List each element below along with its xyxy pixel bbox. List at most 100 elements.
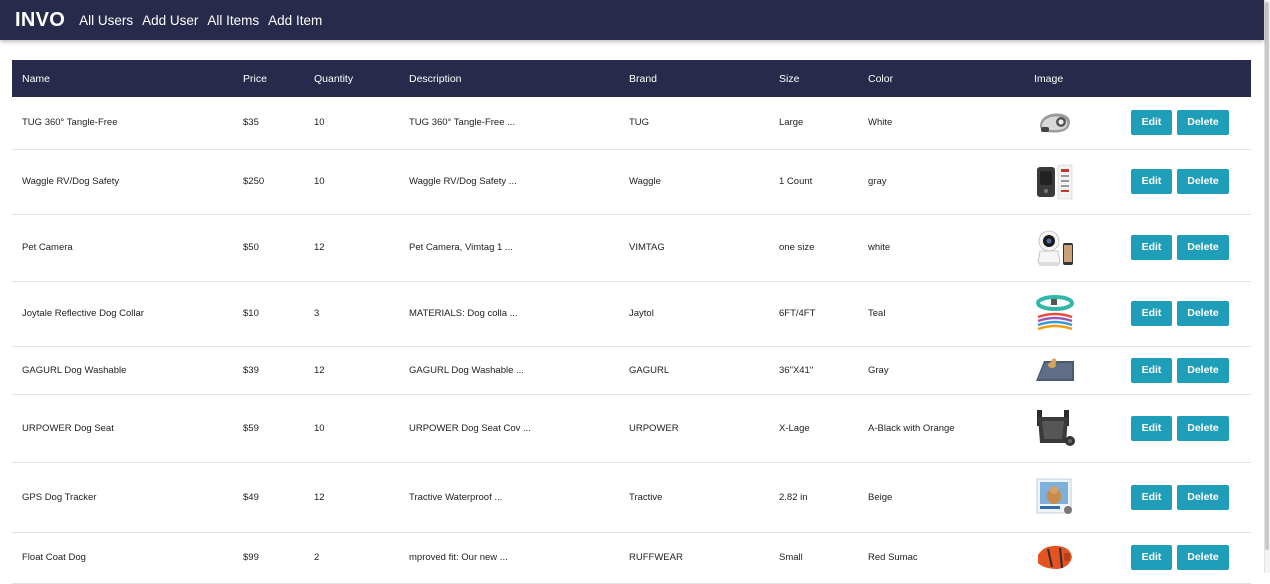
cell-name: Float Coat Dog [12, 532, 233, 584]
table-row: TUG 360° Tangle-Free $35 10 TUG 360° Tan… [12, 97, 1251, 150]
cell-brand: GAGURL [619, 346, 769, 395]
cell-name: TUG 360° Tangle-Free [12, 97, 233, 150]
scrollbar-thumb[interactable] [1265, 2, 1269, 550]
cell-description: Pet Camera, Vimtag 1 ... [399, 214, 619, 282]
cell-name: URPOWER Dog Seat [12, 394, 233, 463]
cell-quantity: 12 [304, 214, 399, 282]
cell-image [1024, 281, 1114, 347]
seat-cover-icon [1037, 410, 1075, 446]
delete-button[interactable]: Delete [1177, 357, 1229, 383]
cell-actions: Edit Delete [1114, 462, 1251, 533]
table-header-row: Name Price Quantity Description Brand Si… [12, 60, 1251, 97]
life-jacket-icon [1038, 545, 1072, 569]
cell-quantity: 10 [304, 394, 399, 463]
cell-brand: RUFFWEAR [619, 532, 769, 584]
cell-size: X-Lage [769, 394, 858, 463]
table-row: GAGURL Dog Washable $39 12 GAGURL Dog Wa… [12, 346, 1251, 395]
cell-brand: TUG [619, 97, 769, 150]
cell-color: gray [858, 149, 1024, 215]
cell-image [1024, 346, 1114, 395]
cell-color: A-Black with Orange [858, 394, 1024, 463]
delete-button[interactable]: Delete [1177, 301, 1229, 326]
column-header-brand: Brand [619, 60, 769, 97]
cell-price: $35 [233, 97, 304, 150]
delete-button[interactable]: Delete [1177, 415, 1229, 441]
delete-button[interactable]: Delete [1177, 169, 1229, 194]
temperature-monitor-icon [1037, 164, 1073, 199]
cell-quantity: 12 [304, 346, 399, 395]
edit-button[interactable]: Edit [1131, 235, 1172, 260]
edit-button[interactable]: Edit [1131, 169, 1172, 194]
cell-description: MATERIALS: Dog colla ... [399, 281, 619, 347]
column-header-size: Size [769, 60, 858, 97]
cell-name: Waggle RV/Dog Safety [12, 149, 233, 215]
cell-color: Teal [858, 281, 1024, 347]
cell-color: Red Sumac [858, 532, 1024, 584]
edit-button[interactable]: Edit [1131, 545, 1172, 570]
cell-actions: Edit Delete [1114, 97, 1251, 150]
cell-color: White [858, 97, 1024, 150]
tracker-box-icon [1036, 478, 1072, 514]
column-header-price: Price [233, 60, 304, 97]
edit-button[interactable]: Edit [1131, 357, 1172, 383]
cell-actions: Edit Delete [1114, 149, 1251, 215]
top-navbar: INVO All Users Add User All Items Add It… [0, 0, 1264, 40]
edit-button[interactable]: Edit [1131, 415, 1172, 441]
nav-link-all-users[interactable]: All Users [79, 13, 133, 28]
column-header-description: Description [399, 60, 619, 97]
cell-actions: Edit Delete [1114, 346, 1251, 395]
items-table-container: Name Price Quantity Description Brand Si… [12, 60, 1251, 584]
cell-brand: Waggle [619, 149, 769, 215]
cell-size: 36"X41" [769, 346, 858, 395]
nav-link-add-user[interactable]: Add User [142, 13, 198, 28]
cell-color: Beige [858, 462, 1024, 533]
cell-name: Pet Camera [12, 214, 233, 282]
table-row: Float Coat Dog $99 2 mproved fit: Our ne… [12, 532, 1251, 584]
cell-description: URPOWER Dog Seat Cov ... [399, 394, 619, 463]
cell-size: 6FT/4FT [769, 281, 858, 347]
cell-quantity: 12 [304, 462, 399, 533]
cell-size: one size [769, 214, 858, 282]
edit-button[interactable]: Edit [1131, 110, 1172, 136]
column-header-color: Color [858, 60, 1024, 97]
cell-price: $99 [233, 532, 304, 584]
cell-color: white [858, 214, 1024, 282]
delete-button[interactable]: Delete [1177, 235, 1229, 260]
cell-image [1024, 97, 1114, 150]
delete-button[interactable]: Delete [1177, 545, 1229, 570]
cell-actions: Edit Delete [1114, 394, 1251, 463]
cell-quantity: 3 [304, 281, 399, 347]
cell-description: Tractive Waterproof ... [399, 462, 619, 533]
cell-description: TUG 360° Tangle-Free ... [399, 97, 619, 150]
cell-size: 1 Count [769, 149, 858, 215]
cell-brand: Tractive [619, 462, 769, 533]
mat-icon [1036, 358, 1074, 381]
cell-description: Waggle RV/Dog Safety ... [399, 149, 619, 215]
delete-button[interactable]: Delete [1177, 484, 1229, 510]
cell-quantity: 2 [304, 532, 399, 584]
cell-quantity: 10 [304, 149, 399, 215]
edit-button[interactable]: Edit [1131, 484, 1172, 510]
cell-color: Gray [858, 346, 1024, 395]
delete-button[interactable]: Delete [1177, 110, 1229, 136]
table-row: Joytale Reflective Dog Collar $10 3 MATE… [12, 281, 1251, 347]
cell-name: GAGURL Dog Washable [12, 346, 233, 395]
edit-button[interactable]: Edit [1131, 301, 1172, 326]
table-row: URPOWER Dog Seat $59 10 URPOWER Dog Seat… [12, 394, 1251, 463]
cell-brand: VIMTAG [619, 214, 769, 282]
brand-logo[interactable]: INVO [15, 9, 65, 32]
table-row: Waggle RV/Dog Safety $250 10 Waggle RV/D… [12, 149, 1251, 215]
cell-size: 2.82 in [769, 462, 858, 533]
cell-name: Joytale Reflective Dog Collar [12, 281, 233, 347]
nav-link-add-item[interactable]: Add Item [268, 13, 322, 28]
items-table: Name Price Quantity Description Brand Si… [12, 60, 1251, 584]
camera-icon [1037, 230, 1073, 266]
nav-link-all-items[interactable]: All Items [207, 13, 259, 28]
table-row: GPS Dog Tracker $49 12 Tractive Waterpro… [12, 462, 1251, 533]
table-row: Pet Camera $50 12 Pet Camera, Vimtag 1 .… [12, 214, 1251, 282]
cell-image [1024, 214, 1114, 282]
cell-image [1024, 532, 1114, 584]
cell-price: $250 [233, 149, 304, 215]
cell-price: $49 [233, 462, 304, 533]
leash-icon [1040, 113, 1070, 133]
